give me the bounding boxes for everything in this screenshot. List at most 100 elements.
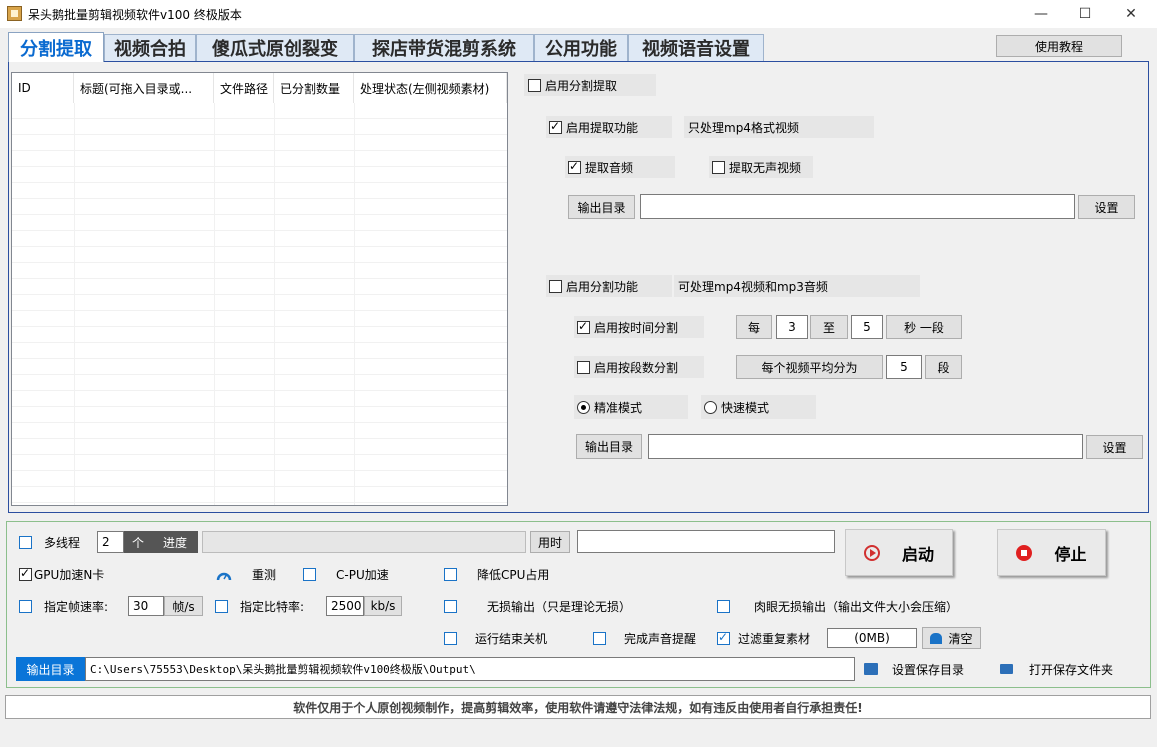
split-to-input[interactable]: 5 bbox=[851, 315, 883, 339]
column-header-path[interactable]: 文件路径 bbox=[214, 73, 274, 103]
multithread-option[interactable]: 多线程 bbox=[19, 534, 80, 551]
table-row[interactable] bbox=[12, 391, 507, 407]
table-row[interactable] bbox=[12, 471, 507, 487]
minimize-button[interactable]: — bbox=[1018, 0, 1064, 28]
thread-count-input[interactable]: 2 bbox=[97, 531, 124, 553]
split-by-time-checkbox[interactable] bbox=[577, 319, 590, 334]
sound-option[interactable]: 完成声音提醒 bbox=[593, 630, 696, 647]
bitrate-checkbox[interactable] bbox=[215, 600, 228, 613]
clear-button[interactable]: 清空 bbox=[922, 627, 981, 649]
bitrate-input[interactable]: 2500 bbox=[326, 596, 364, 616]
tab-common-functions[interactable]: 公用功能 bbox=[534, 34, 628, 61]
table-row[interactable] bbox=[12, 231, 507, 247]
enable-split-checkbox[interactable] bbox=[549, 279, 562, 293]
open-save-folder-button[interactable]: 打开保存文件夹 bbox=[1000, 657, 1134, 681]
fps-checkbox[interactable] bbox=[19, 600, 32, 613]
elapsed-time-button[interactable]: 用时 bbox=[530, 531, 570, 553]
lossless-checkbox[interactable] bbox=[444, 600, 457, 613]
column-header-status[interactable]: 处理状态(左侧视频素材) bbox=[354, 73, 507, 103]
tab-split-extract[interactable]: 分割提取 bbox=[8, 32, 104, 62]
output-path-field[interactable]: C:\Users\75553\Desktop\呆头鹅批量剪辑视频软件v100终极… bbox=[85, 657, 855, 681]
table-row[interactable] bbox=[12, 359, 507, 375]
table-row[interactable] bbox=[12, 247, 507, 263]
bitrate-option[interactable]: 指定比特率: bbox=[215, 598, 304, 615]
tab-store-mix[interactable]: 探店带货混剪系统 bbox=[354, 34, 534, 61]
retest-option[interactable]: 重测 bbox=[216, 566, 276, 583]
gpu-checkbox[interactable] bbox=[19, 566, 32, 581]
set-save-dir-button[interactable]: 设置保存目录 bbox=[864, 657, 980, 681]
output-dir-label-button[interactable]: 输出目录 bbox=[16, 657, 85, 681]
enable-extract-checkbox[interactable] bbox=[549, 119, 562, 134]
visual-lossless-option[interactable]: 肉眼无损输出（输出文件大小会压缩） bbox=[717, 598, 958, 615]
table-row[interactable] bbox=[12, 407, 507, 423]
extract-output-dir-field[interactable] bbox=[640, 194, 1075, 219]
column-header-split-count[interactable]: 已分割数量 bbox=[274, 73, 354, 103]
table-row[interactable] bbox=[12, 215, 507, 231]
mode-fast[interactable]: 快速模式 bbox=[701, 395, 816, 419]
table-row[interactable] bbox=[12, 119, 507, 135]
enable-split-extract[interactable]: 启用分割提取 bbox=[524, 74, 656, 96]
extract-audio-checkbox[interactable] bbox=[568, 159, 581, 174]
enable-extract[interactable]: 启用提取功能 bbox=[546, 116, 672, 138]
table-row[interactable] bbox=[12, 295, 507, 311]
table-row[interactable] bbox=[12, 375, 507, 391]
table-row[interactable] bbox=[12, 263, 507, 279]
table-row[interactable] bbox=[12, 103, 507, 119]
close-button[interactable]: ✕ bbox=[1108, 0, 1154, 28]
filter-dup-checkbox[interactable] bbox=[717, 630, 730, 645]
split-set-button[interactable]: 设置 bbox=[1086, 435, 1143, 459]
enable-split-extract-checkbox[interactable] bbox=[528, 78, 541, 92]
split-by-segments[interactable]: 启用按段数分割 bbox=[574, 356, 704, 378]
extract-silent[interactable]: 提取无声视频 bbox=[709, 156, 813, 178]
table-row[interactable] bbox=[12, 343, 507, 359]
cpu-checkbox[interactable] bbox=[303, 568, 316, 581]
table-row[interactable] bbox=[12, 151, 507, 167]
tab-original-fission[interactable]: 傻瓜式原创裂变 bbox=[196, 34, 354, 61]
table-row[interactable] bbox=[12, 135, 507, 151]
split-output-dir-field[interactable] bbox=[648, 434, 1083, 459]
cpu-option[interactable]: C-PU加速 bbox=[303, 566, 389, 583]
split-output-dir-button[interactable]: 输出目录 bbox=[576, 434, 642, 459]
lossless-option[interactable]: 无损输出（只是理论无损） bbox=[444, 598, 631, 615]
mode-precise[interactable]: 精准模式 bbox=[574, 395, 688, 419]
enable-split[interactable]: 启用分割功能 bbox=[546, 275, 672, 297]
fps-input[interactable]: 30 bbox=[128, 596, 164, 616]
fps-option[interactable]: 指定帧速率: bbox=[19, 598, 108, 615]
sound-checkbox[interactable] bbox=[593, 632, 606, 645]
table-row[interactable] bbox=[12, 439, 507, 455]
gpu-option[interactable]: GPU加速N卡 bbox=[19, 566, 104, 583]
split-from-input[interactable]: 3 bbox=[776, 315, 808, 339]
table-row[interactable] bbox=[12, 279, 507, 295]
extract-silent-checkbox[interactable] bbox=[712, 160, 725, 174]
split-by-segments-checkbox[interactable] bbox=[577, 360, 590, 374]
table-row[interactable] bbox=[12, 455, 507, 471]
column-header-id[interactable]: ID bbox=[12, 73, 74, 103]
stop-button[interactable]: 停止 bbox=[997, 529, 1106, 576]
extract-set-button[interactable]: 设置 bbox=[1078, 195, 1135, 219]
extract-audio[interactable]: 提取音频 bbox=[565, 156, 675, 178]
table-row[interactable] bbox=[12, 167, 507, 183]
table-row[interactable] bbox=[12, 487, 507, 503]
start-button[interactable]: 启动 bbox=[845, 529, 953, 576]
segments-input[interactable]: 5 bbox=[886, 355, 922, 379]
extract-output-dir-button[interactable]: 输出目录 bbox=[568, 195, 635, 219]
table-row[interactable] bbox=[12, 199, 507, 215]
video-table[interactable]: ID 标题(可拖入目录或... 文件路径 已分割数量 处理状态(左侧视频素材) bbox=[11, 72, 508, 506]
low-cpu-option[interactable]: 降低CPU占用 bbox=[444, 566, 549, 583]
table-row[interactable] bbox=[12, 327, 507, 343]
table-row[interactable] bbox=[12, 183, 507, 199]
mode-fast-radio[interactable] bbox=[704, 400, 717, 414]
shutdown-option[interactable]: 运行结束关机 bbox=[444, 630, 547, 647]
visual-lossless-checkbox[interactable] bbox=[717, 600, 730, 613]
multithread-checkbox[interactable] bbox=[19, 536, 32, 549]
tab-voice-settings[interactable]: 视频语音设置 bbox=[628, 34, 764, 61]
split-by-time[interactable]: 启用按时间分割 bbox=[574, 316, 704, 338]
low-cpu-checkbox[interactable] bbox=[444, 568, 457, 581]
table-row[interactable] bbox=[12, 423, 507, 439]
tab-video-duet[interactable]: 视频合拍 bbox=[104, 34, 196, 61]
column-header-title[interactable]: 标题(可拖入目录或... bbox=[74, 73, 214, 103]
table-row[interactable] bbox=[12, 311, 507, 327]
filter-dup-option[interactable]: 过滤重复素材 bbox=[717, 630, 810, 647]
shutdown-checkbox[interactable] bbox=[444, 632, 457, 645]
mode-precise-radio[interactable] bbox=[577, 400, 590, 414]
